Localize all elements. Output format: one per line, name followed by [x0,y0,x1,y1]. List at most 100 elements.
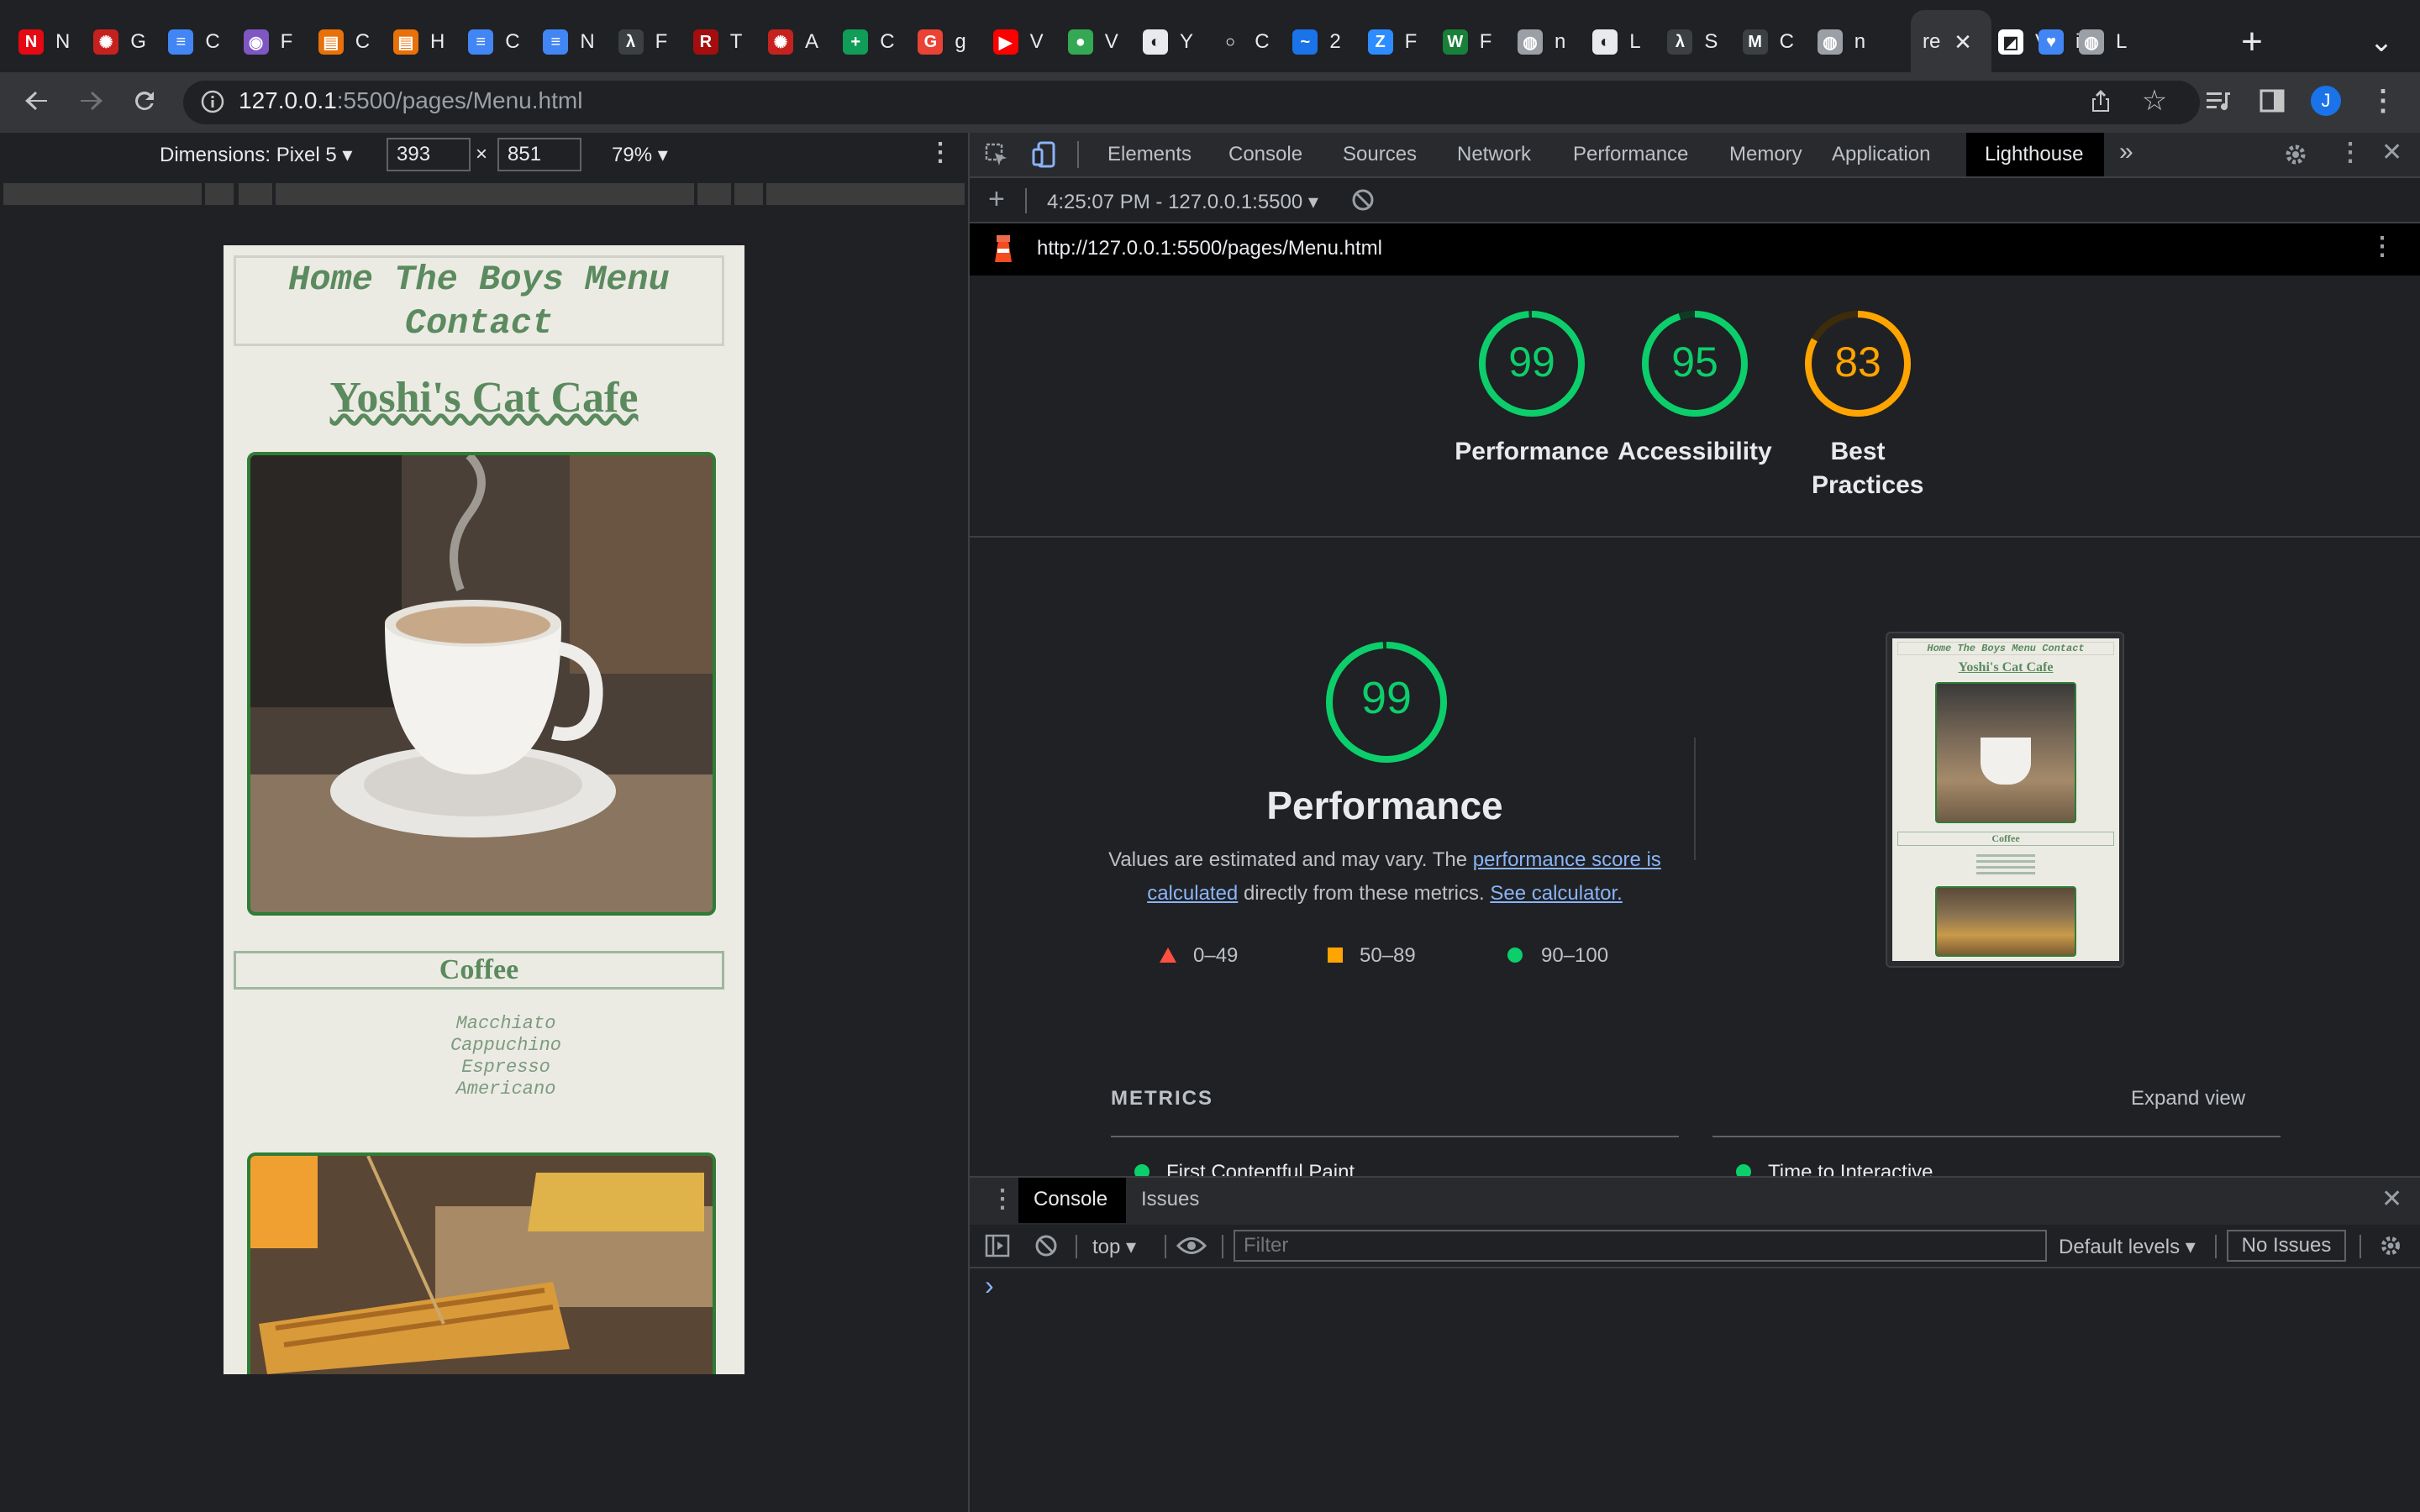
legend-range: 0–49 [1193,944,1239,967]
url-text[interactable]: 127.0.0.1:5500/pages/Menu.html [239,87,582,114]
forward-icon[interactable] [76,86,106,116]
score-best-practices: 83 [1834,339,1881,386]
side-panel-icon[interactable] [2257,86,2287,116]
ruler-segment[interactable] [239,183,272,205]
site-info-icon[interactable] [200,89,225,114]
report-url[interactable]: http://127.0.0.1:5500/pages/Menu.html [1037,237,1382,260]
log-levels-select[interactable]: Default levels ▾ [2059,1235,2196,1259]
console-prompt[interactable]: › [985,1270,994,1301]
rv-icon: R [692,29,718,55]
tab-network[interactable]: Network [1457,143,1531,166]
device-height-input[interactable]: 851 [497,138,581,171]
close-devtools-icon[interactable]: ✕ [2381,138,2402,167]
console-output-area[interactable] [970,1310,2420,1512]
browser-tab[interactable]: MC [1742,20,1794,64]
device-toggle-icon[interactable] [1032,141,1059,172]
performance-description: Values are estimated and may vary. The p… [1107,843,1662,911]
browser-tab[interactable]: ◍ n [1817,20,1865,64]
devtools-menu-icon[interactable]: ⋮ [2338,138,2363,167]
more-tabs-icon[interactable]: » [2119,138,2133,166]
tab-memory[interactable]: Memory [1729,143,1802,166]
thumb-menu-lines [1976,854,2035,874]
ruler-segment[interactable] [734,183,763,205]
clear-console-icon[interactable] [1034,1233,1059,1263]
browser-tab[interactable]: NN [18,20,70,64]
zoom-select[interactable]: 79% ▾ [612,143,668,167]
chrome-menu-icon[interactable]: ⋮ [2368,85,2398,117]
browser-tab[interactable]: ◍ L [2079,20,2127,64]
new-report-icon[interactable]: + [988,183,1005,216]
bookmark-star-icon[interactable]: ☆ [2139,85,2170,117]
score-accessibility: 95 [1671,339,1718,386]
profile-avatar[interactable]: J [2311,86,2341,116]
browser-tab[interactable]: ◉ F [243,20,292,64]
drawer-menu-icon[interactable]: ⋮ [990,1184,1015,1214]
browser-tab[interactable]: ♥il [2039,20,2085,64]
ruler-segment[interactable] [276,183,694,205]
browser-tab[interactable]: ● V [1067,20,1118,64]
ruler-segment[interactable] [3,183,202,205]
device-select[interactable]: Dimensions: Pixel 5 ▾ [160,143,352,167]
m-icon: M [1742,29,1768,55]
console-sidebar-icon[interactable] [985,1233,1010,1263]
console-settings-gear-icon[interactable] [2378,1233,2403,1263]
clear-reports-icon[interactable] [1351,188,1375,216]
browser-tab[interactable]: ~2 [1292,20,1341,64]
live-expression-eye-icon[interactable] [1176,1235,1207,1261]
nav-links-line1[interactable]: Home The Boys Menu [236,258,722,302]
score-performance: 99 [1508,339,1555,386]
ruler-segment[interactable] [205,183,234,205]
see-calculator-link[interactable]: See calculator. [1490,882,1622,905]
drawer-tab-issues[interactable]: Issues [1141,1188,1199,1211]
console-filter-input[interactable] [1234,1230,2047,1262]
browser-tab[interactable]: ≡ C [168,20,220,64]
browser-tab[interactable]: λF [618,20,667,64]
close-drawer-icon[interactable]: ✕ [2381,1184,2402,1214]
tab-sources[interactable]: Sources [1343,143,1417,166]
media-queue-icon[interactable] [2203,86,2233,116]
tab-performance[interactable]: Performance [1573,143,1688,166]
tab-label[interactable]: re [1923,20,1940,64]
browser-tab[interactable]: WF [1442,20,1491,64]
tab-console[interactable]: Console [1228,143,1302,166]
browser-tab[interactable]: ▶ V [992,20,1044,64]
browser-tab[interactable]: ✺ G [93,20,146,64]
browser-tab[interactable]: ▤ C [318,20,370,64]
new-tab-icon[interactable]: + [2235,20,2269,64]
browser-tab[interactable]: ZF [1367,20,1417,64]
nav-links-line2[interactable]: Contact [236,302,722,345]
browser-tab[interactable]: ○ C [1218,20,1270,64]
tab-elements[interactable]: Elements [1107,143,1192,166]
browser-tab[interactable]: ▤ H [393,20,445,64]
browser-tab[interactable]: Gg [918,20,966,64]
browser-tab[interactable]: ◐ L [1592,20,1641,64]
browser-tab[interactable]: + C [843,20,895,64]
browser-tab[interactable]: ◐ Y [1143,20,1193,64]
ruler-segment[interactable] [766,183,965,205]
share-icon[interactable] [2086,86,2116,116]
tab-lighthouse[interactable]: Lighthouse [1985,143,2083,166]
browser-tab[interactable]: ✺ A [768,20,818,64]
ruler-segment[interactable] [697,183,731,205]
settings-gear-icon[interactable] [2282,141,2309,172]
close-tab-icon[interactable]: ✕ [1946,20,1980,64]
back-icon[interactable] [22,86,52,116]
device-width-input[interactable]: 393 [387,138,471,171]
context-select[interactable]: top ▾ [1092,1235,1136,1259]
performance-heading: Performance [1266,784,1503,827]
drawer-tab-console[interactable]: Console [1034,1188,1107,1211]
issues-counter-button[interactable]: No Issues [2227,1230,2346,1262]
reload-icon[interactable] [129,86,160,116]
browser-tab[interactable]: ≡ C [468,20,520,64]
browser-tab[interactable]: ≡ N [543,20,595,64]
browser-tab[interactable]: λS [1667,20,1718,64]
report-selector[interactable]: 4:25:07 PM - 127.0.0.1:5500 ▾ [1047,190,1318,214]
tab-application[interactable]: Application [1832,143,1930,166]
device-more-icon[interactable]: ⋮ [928,138,953,167]
tab-search-icon[interactable]: ⌄ [2365,20,2398,64]
browser-tab[interactable]: ◍ n [1518,20,1565,64]
report-menu-icon[interactable]: ⋮ [2370,232,2395,261]
inspect-element-icon[interactable] [985,143,1008,171]
browser-tab[interactable]: RT [692,20,742,64]
expand-view-button[interactable]: Expand view [2131,1087,2245,1110]
